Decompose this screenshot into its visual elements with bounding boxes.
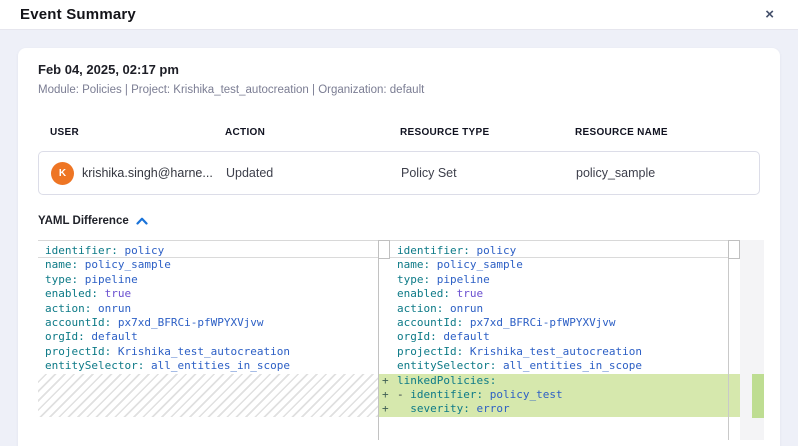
- diff-line: type: pipeline: [38, 273, 378, 287]
- avatar-initial: K: [59, 168, 66, 179]
- table-row[interactable]: K krishika.singh@harne... Updated Policy…: [38, 151, 760, 195]
- diff-line: identifier: policy: [379, 244, 740, 258]
- diff-line: +linkedPolicies:: [379, 374, 740, 388]
- resource-type-cell: Policy Set: [401, 166, 576, 180]
- diff-line: identifier: policy: [38, 244, 378, 258]
- diff-line: name: policy_sample: [38, 258, 378, 272]
- diff-line: projectId: Krishika_test_autocreation: [379, 345, 740, 359]
- diff-line: entitySelector: all_entities_in_scope: [38, 359, 378, 373]
- diff-right-scrollbar-thumb[interactable]: [728, 240, 740, 259]
- diff-left-pane[interactable]: identifier: policyname: policy_sampletyp…: [38, 241, 378, 440]
- diff-placeholder-hatch: [38, 374, 378, 417]
- diff-line: +- identifier: policy_test: [379, 388, 740, 402]
- event-summary-card: Feb 04, 2025, 02:17 pm Module: Policies …: [18, 48, 780, 446]
- window-header: Event Summary ×: [0, 0, 798, 30]
- diff-line: orgId: default: [38, 330, 378, 344]
- close-icon: ×: [765, 6, 774, 23]
- diff-right-pane[interactable]: identifier: policyname: policy_sampletyp…: [378, 241, 740, 440]
- user-avatar: K: [51, 162, 74, 185]
- diff-viewer: identifier: policyname: policy_sampletyp…: [38, 240, 764, 440]
- column-header-user: USER: [50, 127, 225, 138]
- user-cell: K krishika.singh@harne...: [51, 162, 226, 185]
- diff-line: accountId: px7xd_BFRCi-pfWPYXVjvw: [38, 316, 378, 330]
- diff-line: enabled: true: [38, 287, 378, 301]
- page-title: Event Summary: [20, 6, 136, 23]
- yaml-difference-toggle[interactable]: YAML Difference: [38, 215, 148, 227]
- yaml-difference-label: YAML Difference: [38, 215, 129, 227]
- resource-name-cell: policy_sample: [576, 166, 751, 180]
- diff-line: accountId: px7xd_BFRCi-pfWPYXVjvw: [379, 316, 740, 330]
- action-cell: Updated: [226, 166, 401, 180]
- column-header-resource-name: RESOURCE NAME: [575, 127, 750, 138]
- column-header-resource-type: RESOURCE TYPE: [400, 127, 575, 138]
- ruler-added-marker: [752, 374, 764, 418]
- diff-line: projectId: Krishika_test_autocreation: [38, 345, 378, 359]
- column-header-action: ACTION: [225, 127, 400, 138]
- diff-overview-ruler[interactable]: [740, 240, 764, 440]
- user-email: krishika.singh@harne...: [82, 166, 213, 180]
- event-timestamp: Feb 04, 2025, 02:17 pm: [38, 62, 760, 77]
- diff-line: + severity: error: [379, 402, 740, 416]
- audit-table-header: USER ACTION RESOURCE TYPE RESOURCE NAME: [38, 127, 760, 138]
- diff-left-scrollbar-thumb[interactable]: [378, 240, 390, 259]
- diff-line: enabled: true: [379, 287, 740, 301]
- diff-line: entitySelector: all_entities_in_scope: [379, 359, 740, 373]
- diff-line: name: policy_sample: [379, 258, 740, 272]
- event-meta: Module: Policies | Project: Krishika_tes…: [38, 84, 760, 96]
- chevron-up-icon: [136, 217, 148, 225]
- diff-line: type: pipeline: [379, 273, 740, 287]
- diff-line: orgId: default: [379, 330, 740, 344]
- close-button[interactable]: ×: [761, 5, 778, 24]
- diff-right-scrollbar-track: [728, 241, 729, 440]
- diff-line: action: onrun: [38, 302, 378, 316]
- diff-line: action: onrun: [379, 302, 740, 316]
